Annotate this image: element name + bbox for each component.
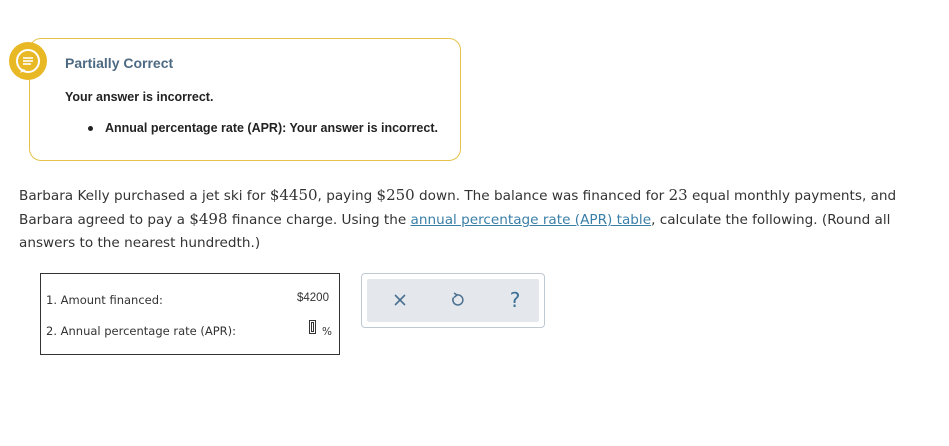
apr-input[interactable] [309,320,316,334]
apr-table-link[interactable]: annual percentage rate (APR) table [411,212,652,228]
answer-row: 2. Annual percentage rate (APR): [41,314,339,356]
amount-financed-value: $4200 [297,292,329,304]
amount-financed-label: 1. Amount financed: [46,293,163,307]
close-icon [394,294,406,306]
apr-label: 2. Annual percentage rate (APR): [46,324,237,338]
reset-button[interactable] [446,289,468,311]
feedback-bullet-item: Annual percentage rate (APR): Your answe… [88,121,438,135]
bullet-dot [88,125,93,131]
help-button[interactable]: ? [504,288,526,312]
problem-text-part: , paying [317,188,377,204]
price-value: $4450 [269,186,318,204]
down-payment-value: $250 [376,186,415,204]
undo-icon [452,292,464,306]
finance-charge-value: $498 [189,210,228,228]
clear-button[interactable] [389,289,411,311]
feedback-message: Your answer is incorrect. [65,90,214,104]
percent-unit: % [322,326,332,338]
speech-bubble-icon [9,42,47,80]
feedback-bullet-text: Annual percentage rate (APR): Your answe… [105,121,438,135]
payments-count-value: 23 [668,186,688,204]
problem-text-part: down. The balance was financed for [414,188,669,204]
feedback-title: Partially Correct [65,55,174,71]
problem-text: Barbara Kelly purchased a jet ski for $4… [19,184,929,255]
answer-row: 1. Amount financed: $4200 [41,274,339,314]
answer-tools-bar: ? [367,279,539,322]
answer-tools-panel: ? [361,273,545,328]
problem-text-part: finance charge. Using the [227,212,411,228]
answer-table: 1. Amount financed: $4200 2. Annual perc… [40,273,340,355]
problem-text-part: Barbara Kelly purchased a jet ski for [19,188,270,204]
